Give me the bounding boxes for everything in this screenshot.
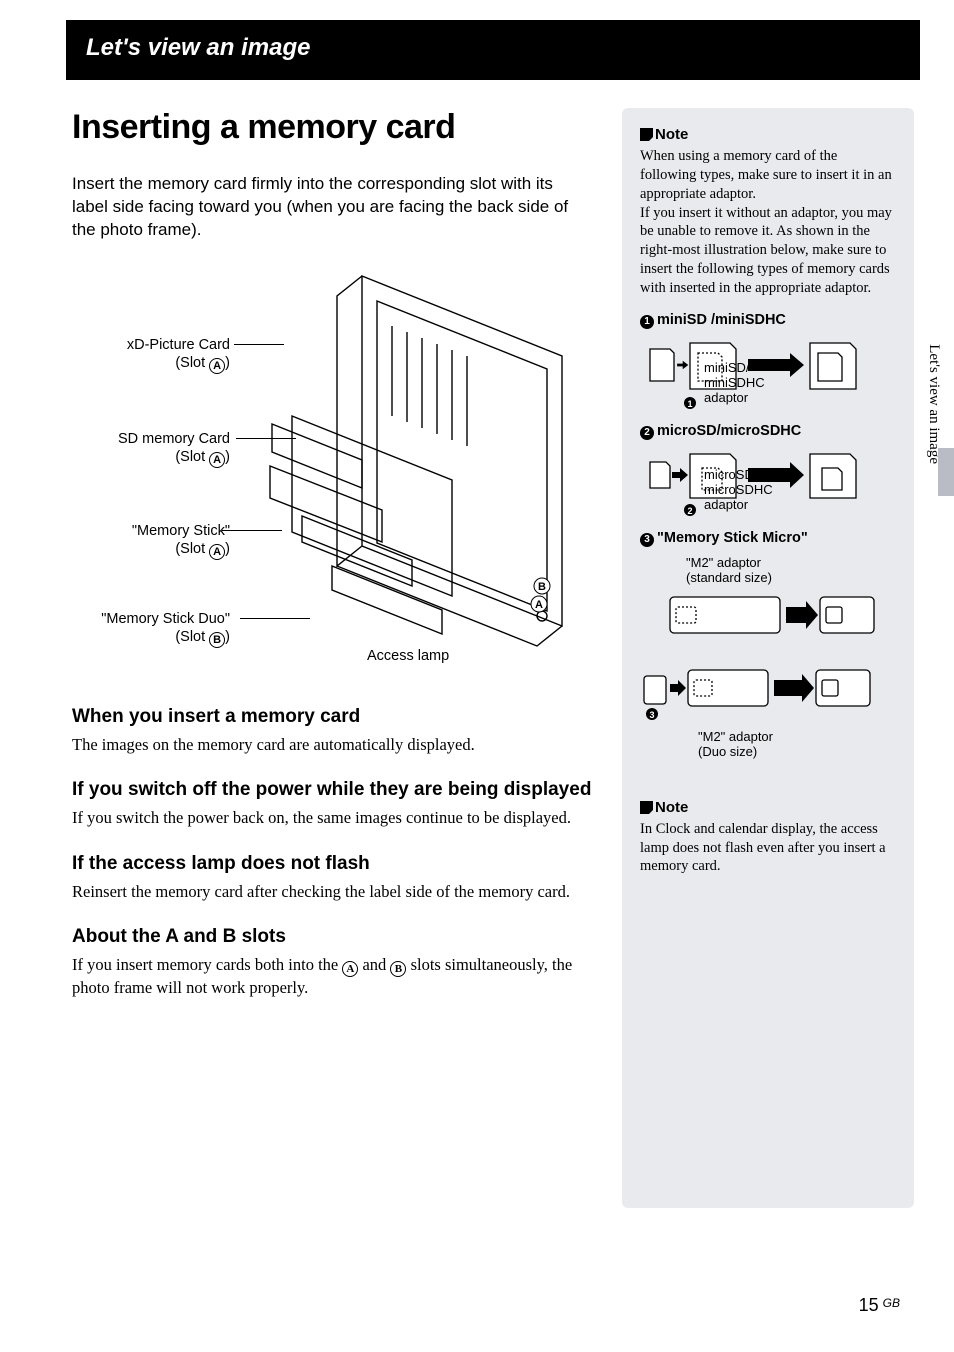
label-text: SD memory Card	[118, 431, 230, 447]
adaptor-m2-duo-illustration: 3	[640, 660, 880, 720]
note-body: When using a memory card of the followin…	[640, 147, 896, 298]
label-text: (Slot	[175, 449, 209, 465]
note-label: Note	[655, 799, 688, 816]
note-heading: Note	[640, 126, 896, 143]
body-a-b-slots: If you insert memory cards both into the…	[72, 954, 592, 998]
caption-num-icon: 2	[687, 506, 692, 516]
adaptor-m2-standard-illustration	[640, 589, 880, 643]
label-xd-picture-card: xD-Picture Card (Slot A)	[127, 336, 230, 374]
label-text: )	[225, 355, 230, 371]
adaptor-m2-duo-caption: "M2" adaptor (Duo size)	[698, 729, 896, 759]
note-icon	[640, 128, 653, 141]
body-switch-off: If you switch the power back on, the sam…	[72, 807, 592, 828]
label-memory-stick-duo: "Memory Stick Duo" (Slot B)	[101, 610, 230, 648]
label-access-lamp: Access lamp	[367, 648, 449, 664]
page-number-value: 15	[859, 1295, 879, 1315]
slot-b-marker: B	[538, 581, 546, 593]
thumb-tab-text: Let's view an image	[925, 344, 942, 464]
text-fragment: and	[358, 955, 390, 974]
subheading-a-b-slots: About the A and B slots	[72, 926, 592, 948]
label-text: "Memory Stick Duo"	[101, 611, 230, 627]
adaptor-heading-minisd: 1miniSD /miniSDHC	[640, 312, 896, 329]
adaptor-title: "Memory Stick Micro"	[657, 530, 808, 546]
subheading-when-insert: When you insert a memory card	[72, 706, 592, 728]
sidebar-column: Let's view an image Note When using a me…	[622, 108, 914, 1208]
page: Let's view an image Inserting a memory c…	[0, 0, 954, 1352]
slot-letter-a-icon: A	[209, 358, 225, 374]
slot-letter-a-icon: A	[342, 961, 358, 977]
label-memory-stick: "Memory Stick" (Slot A)	[132, 522, 230, 560]
text-fragment: If you insert memory cards both into the	[72, 955, 342, 974]
adaptor-title: miniSD /miniSDHC	[657, 312, 786, 328]
num-circle-icon: 1	[640, 315, 654, 329]
slot-letter-b-icon: B	[209, 632, 225, 648]
caption-num-icon: 1	[687, 399, 692, 409]
slot-letter-a-icon: A	[209, 452, 225, 468]
adaptor-heading-ms-micro: 3"Memory Stick Micro"	[640, 530, 896, 547]
subheading-switch-off: If you switch off the power while they a…	[72, 779, 592, 801]
label-text: )	[225, 541, 230, 557]
num-circle-icon: 2	[640, 426, 654, 440]
note-body-2: In Clock and calendar display, the acces…	[640, 820, 896, 877]
adaptor-m2-standard-caption: "M2" adaptor (standard size)	[686, 555, 896, 585]
body-access-lamp-no-flash: Reinsert the memory card after checking …	[72, 881, 592, 902]
note-icon	[640, 801, 653, 814]
label-text: xD-Picture Card	[127, 337, 230, 353]
page-region: GB	[883, 1296, 900, 1310]
chapter-title-bar: Let's view an image	[66, 20, 920, 80]
label-text: )	[225, 629, 230, 645]
num-circle-icon: 3	[640, 533, 654, 547]
label-text: (Slot	[175, 355, 209, 371]
intro-paragraph: Insert the memory card firmly into the c…	[72, 173, 592, 242]
adaptor-heading-microsd: 2microSD/microSDHC	[640, 423, 896, 440]
label-text: "Memory Stick"	[132, 523, 230, 539]
body-when-insert: The images on the memory card are automa…	[72, 734, 592, 755]
note-label: Note	[655, 126, 688, 143]
subheading-access-lamp-no-flash: If the access lamp does not flash	[72, 853, 592, 875]
page-number: 15 GB	[859, 1295, 900, 1316]
slot-a-marker: A	[535, 599, 543, 611]
note-heading-2: Note	[640, 799, 896, 816]
label-sd-memory-card: SD memory Card (Slot A)	[118, 430, 230, 468]
slot-letter-b-icon: B	[390, 961, 406, 977]
diagram-area: B A xD-Picture Card (Slot A) SD memory C…	[72, 266, 592, 666]
photo-frame-illustration: B A	[242, 266, 577, 666]
label-text: (Slot	[175, 541, 209, 557]
adaptor-title: microSD/microSDHC	[657, 423, 801, 439]
label-text: (Slot	[175, 629, 209, 645]
main-column: Inserting a memory card Insert the memor…	[72, 108, 592, 1208]
slot-letter-a-icon: A	[209, 544, 225, 560]
page-title: Inserting a memory card	[72, 108, 592, 147]
label-text: )	[225, 449, 230, 465]
caption-num-icon: 3	[649, 710, 654, 720]
content-columns: Inserting a memory card Insert the memor…	[72, 108, 914, 1208]
